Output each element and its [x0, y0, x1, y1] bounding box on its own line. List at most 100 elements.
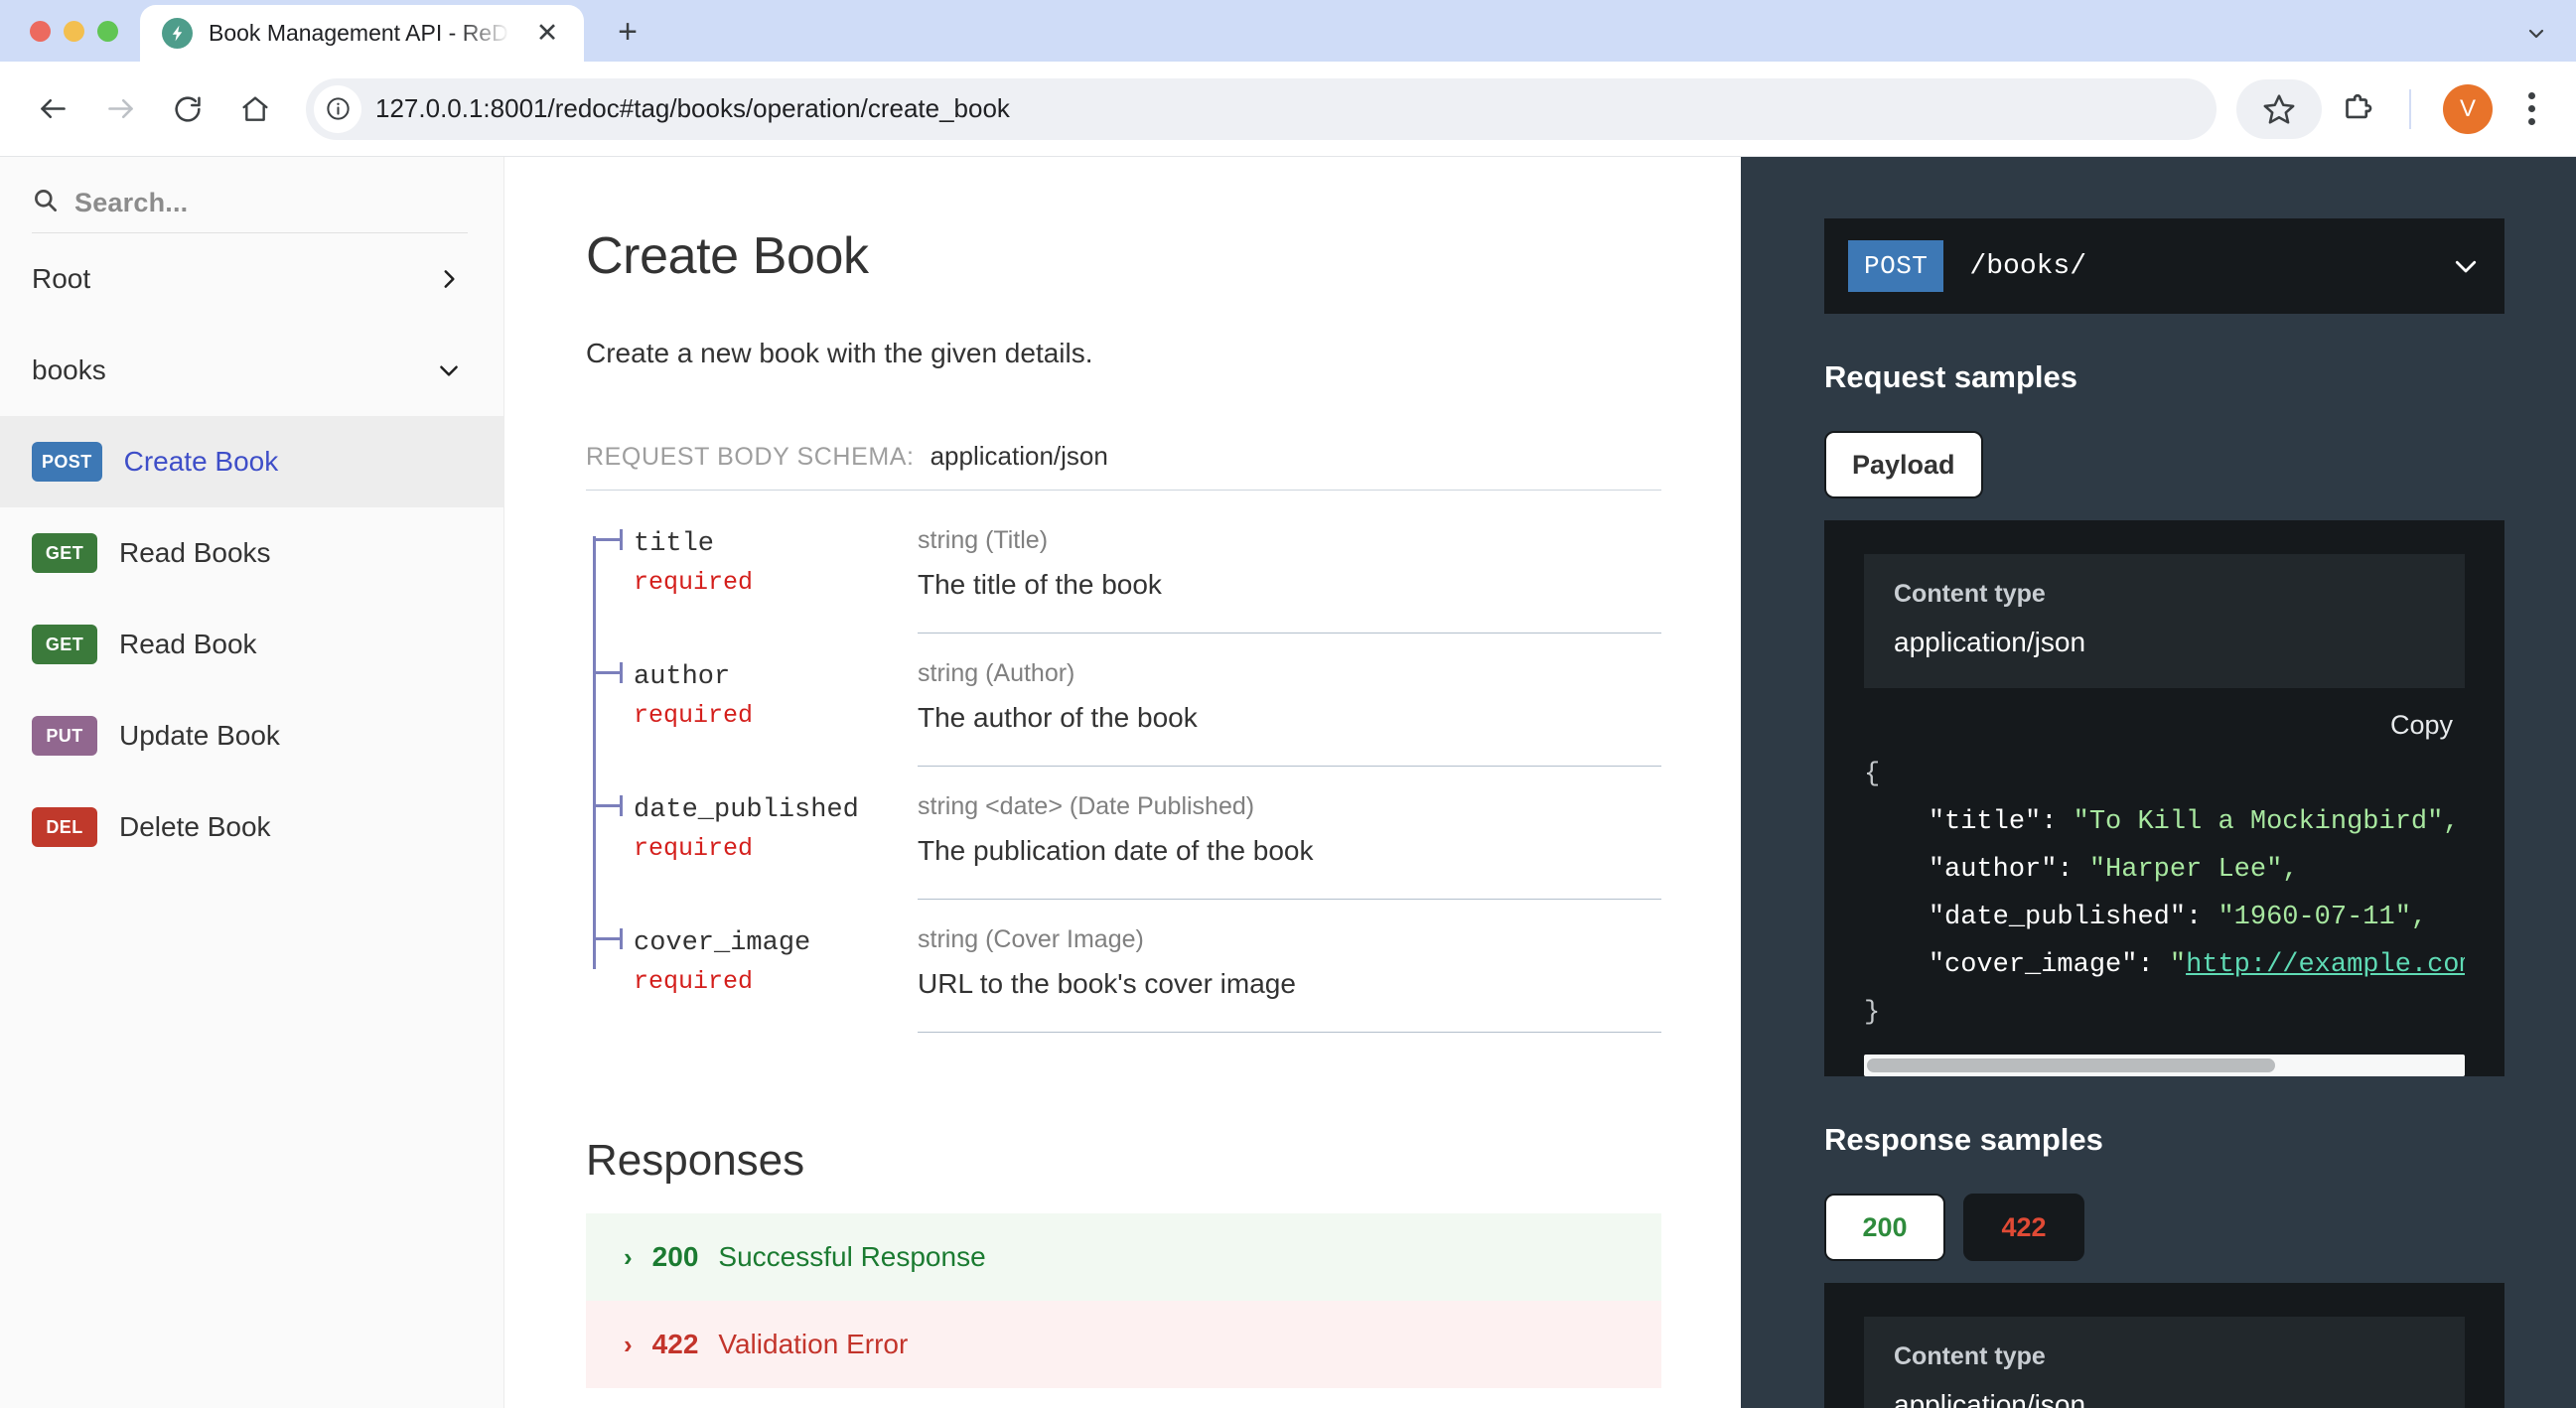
property-type: string (Cover Image): [918, 925, 1144, 953]
search-icon: [32, 187, 59, 218]
tab-response-200[interactable]: 200: [1824, 1194, 1945, 1262]
request-sample-tabs: Payload: [1824, 431, 2504, 498]
tree-branch-icon: [593, 529, 623, 550]
sidebar-item-update-book[interactable]: PUT Update Book: [0, 690, 503, 781]
tab-payload[interactable]: Payload: [1824, 431, 1983, 498]
back-arrow-icon[interactable]: [22, 78, 83, 140]
property-description: The title of the book: [918, 569, 1162, 600]
property-detail-cell: string (Author) The author of the book: [918, 659, 1661, 767]
forward-arrow-icon[interactable]: [89, 78, 151, 140]
property-type: string (Title): [918, 526, 1049, 554]
property-required-flag: required: [634, 833, 754, 863]
site-info-icon[interactable]: [314, 84, 361, 133]
copy-button[interactable]: Copy: [2390, 710, 2453, 741]
sidebar-item-read-books[interactable]: GET Read Books: [0, 507, 503, 599]
method-badge-post: POST: [32, 442, 102, 482]
sidebar-group-root[interactable]: Root: [0, 233, 503, 325]
close-tab-icon[interactable]: ✕: [528, 15, 566, 53]
json-url-link[interactable]: http://example.com: [2186, 950, 2465, 980]
json-open-brace: {: [1864, 760, 1881, 789]
code-horizontal-scrollbar[interactable]: [1864, 1055, 2465, 1077]
sidebar-group-books-label: books: [32, 354, 106, 385]
content-type-value: application/json: [1894, 1389, 2086, 1408]
property-name: author: [634, 662, 731, 692]
response-text: Successful Response: [718, 1241, 986, 1272]
minimize-window-button[interactable]: [64, 20, 84, 42]
response-text: Validation Error: [718, 1329, 909, 1359]
method-badge-del: DEL: [32, 807, 97, 847]
sidebar-item-create-book[interactable]: POST Create Book: [0, 416, 503, 507]
response-samples-heading: Response samples: [1824, 1122, 2103, 1158]
main-content: Create Book Create a new book with the g…: [504, 157, 1741, 1408]
request-sample-codebox: Content type application/json Copy { "ti…: [1824, 520, 2504, 1077]
chevron-down-icon: [436, 357, 462, 383]
property-type: string <date> (Date Published): [918, 792, 1255, 820]
property-required-flag: required: [634, 567, 754, 597]
reload-icon[interactable]: [157, 78, 218, 140]
maximize-window-button[interactable]: [97, 20, 118, 42]
search-placeholder: Search...: [74, 187, 189, 217]
close-window-button[interactable]: [30, 20, 51, 42]
sidebar-item-read-book[interactable]: GET Read Book: [0, 599, 503, 690]
tab-title: Book Management API - ReDoc: [209, 20, 512, 46]
url-text: 127.0.0.1:8001/redoc#tag/books/operation…: [375, 93, 1010, 123]
property-name-cell: author required: [634, 659, 918, 767]
home-icon[interactable]: [224, 78, 286, 140]
browser-tab[interactable]: Book Management API - ReDoc ✕: [140, 5, 584, 62]
browser-toolbar: 127.0.0.1:8001/redoc#tag/books/operation…: [0, 62, 2576, 157]
response-row-422[interactable]: › 422 Validation Error: [586, 1301, 1661, 1388]
response-row-200[interactable]: › 200 Successful Response: [586, 1213, 1661, 1301]
json-key: "date_published":: [1928, 903, 2203, 933]
sidebar-item-delete-book[interactable]: DEL Delete Book: [0, 781, 503, 873]
property-name: cover_image: [634, 928, 811, 958]
tree-branch-icon: [593, 928, 623, 949]
endpoint-method-badge: POST: [1848, 240, 1944, 292]
sidebar-item-label: Read Books: [119, 537, 271, 568]
tab-response-422[interactable]: 422: [1963, 1194, 2084, 1262]
search-input[interactable]: Search...: [32, 187, 468, 233]
address-bar[interactable]: 127.0.0.1:8001/redoc#tag/books/operation…: [306, 77, 2217, 140]
page-title: Create Book: [586, 227, 869, 285]
method-badge-get: GET: [32, 533, 97, 573]
fastapi-bolt-icon: [162, 18, 193, 49]
json-value: "To Kill a Mockingbird",: [2073, 807, 2460, 838]
property-detail-cell: string <date> (Date Published) The publi…: [918, 792, 1661, 900]
operation-description: Create a new book with the given details…: [586, 338, 1093, 368]
property-detail-cell: string (Title) The title of the book: [918, 526, 1661, 634]
method-badge-put: PUT: [32, 716, 97, 756]
endpoint-bar[interactable]: POST /books/: [1824, 218, 2504, 314]
scrollbar-thumb[interactable]: [1867, 1058, 2276, 1073]
bookmark-star-icon[interactable]: [2236, 78, 2322, 139]
response-code: 422: [651, 1329, 699, 1359]
request-samples-heading: Request samples: [1824, 359, 2077, 394]
request-payload-json: { "title": "To Kill a Mockingbird", "aut…: [1864, 751, 2465, 1037]
tab-strip: Book Management API - ReDoc ✕ +: [0, 0, 2576, 62]
json-key: "author":: [1928, 855, 2074, 886]
response-sample-tabs: 200 422: [1824, 1194, 2504, 1262]
sidebar-item-label: Update Book: [119, 720, 280, 751]
property-name: title: [634, 529, 715, 559]
property-description: The author of the book: [918, 702, 1198, 733]
extensions-puzzle-icon[interactable]: [2328, 79, 2387, 139]
content-type-value: application/json: [1894, 627, 2086, 657]
copy-row: Copy: [1864, 688, 2465, 751]
redoc-page: Search... Root books POST Create Book GE…: [0, 157, 2576, 1408]
property-description: The publication date of the book: [918, 835, 1314, 866]
sidebar-item-label: Read Book: [119, 629, 257, 659]
method-badge-get: GET: [32, 625, 97, 664]
schema-property-row: cover_image required string (Cover Image…: [593, 900, 1661, 1033]
tree-branch-icon: [593, 662, 623, 683]
content-type-label: Content type: [1894, 580, 2046, 608]
tab-list-chevron-down-icon[interactable]: [2514, 14, 2558, 54]
sidebar-group-books[interactable]: books: [0, 325, 503, 416]
profile-avatar[interactable]: V: [2443, 83, 2493, 134]
chevron-right-icon: ›: [624, 1241, 633, 1272]
schema-property-row: date_published required string <date> (D…: [593, 767, 1661, 900]
response-code: 200: [651, 1241, 699, 1272]
chevron-down-icon[interactable]: [2451, 251, 2481, 281]
new-tab-button[interactable]: +: [600, 4, 655, 60]
browser-menu-kebab-icon[interactable]: [2508, 92, 2554, 125]
json-quote: ": [2169, 950, 2187, 981]
schema-label: REQUEST BODY SCHEMA:: [586, 443, 915, 471]
toolbar-divider: [2409, 88, 2411, 129]
